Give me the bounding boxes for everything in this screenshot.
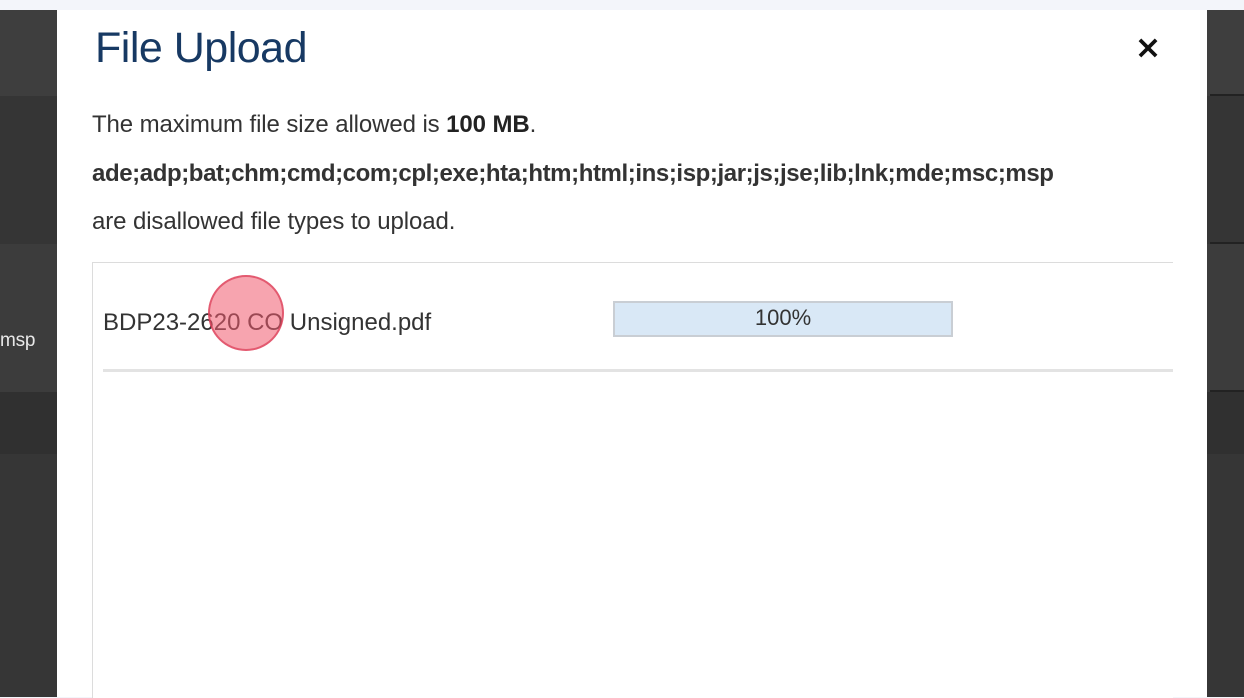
- max-file-size-text: The maximum file size allowed is 100 MB.: [92, 111, 536, 139]
- size-prefix: The maximum file size allowed is: [92, 111, 447, 138]
- file-name: BDP23-2620 CO Unsigned.pdf: [103, 309, 432, 336]
- max-file-size-value: 100 MB: [446, 111, 530, 138]
- upload-progress-label: 100%: [754, 305, 812, 330]
- file-upload-dialog: File Upload × The maximum file size allo…: [57, 10, 1207, 698]
- background-partial-text: msp: [0, 330, 36, 351]
- background-divider: [1210, 242, 1244, 244]
- upload-progress-bar: 100%: [613, 301, 953, 337]
- list-item: BDP23-2620 CO Unsigned.pdf 100%: [103, 263, 1173, 372]
- size-suffix: .: [529, 111, 537, 138]
- background-divider: [1210, 390, 1244, 392]
- background-divider: [1210, 94, 1244, 96]
- upload-file-list: BDP23-2620 CO Unsigned.pdf 100%: [92, 262, 1173, 698]
- close-icon[interactable]: ×: [1130, 29, 1166, 65]
- dialog-title: File Upload: [95, 24, 308, 72]
- disallowed-types-note: are disallowed file types to upload.: [92, 208, 456, 235]
- disallowed-file-types: ade;adp;bat;chm;cmd;com;cpl;exe;hta;htm;…: [92, 160, 1054, 187]
